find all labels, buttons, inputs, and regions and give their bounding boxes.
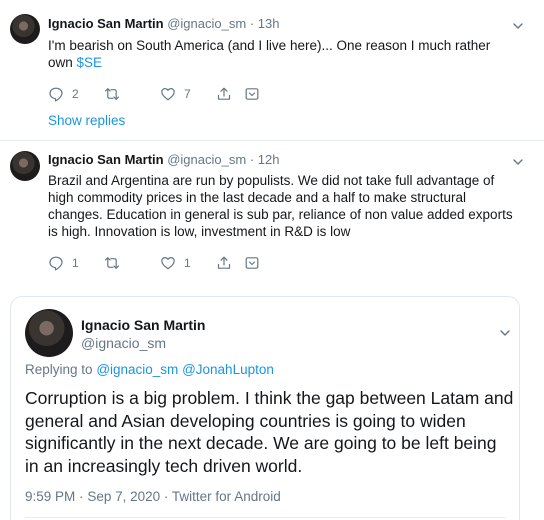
separator: · [79,489,84,504]
analytics-icon [245,88,259,100]
focused-tweet[interactable]: Ignacio San Martin @ignacio_sm Replying … [10,296,520,520]
author-handle[interactable]: @ignacio_sm [167,152,246,167]
replying-label: Replying to [25,362,93,377]
reply-count: 1 [72,256,79,270]
separator: · [163,489,169,504]
tweet-1[interactable]: Ignacio San Martin @ignacio_sm · 13h I'm… [0,0,544,140]
tweet-text: I'm bearish on South America (and I live… [48,37,528,71]
retweet-button[interactable] [104,86,128,102]
tweet-time[interactable]: 13h [258,16,280,31]
tweet-text-line: I'm bearish on South America (and I live… [48,38,491,53]
author-name[interactable]: Ignacio San Martin [81,317,205,333]
chevron-down-icon[interactable] [512,156,524,168]
tweet-actions: 1 1 [48,255,268,273]
reply-icon [49,87,63,102]
share-icon [217,87,231,100]
tweet-text-line: significantly in the next decade. We are… [25,433,497,453]
tweet-text-line: changes. Education in general is sub par… [48,207,513,222]
share-button[interactable] [216,86,232,102]
tweet-time[interactable]: 12h [258,152,280,167]
author-handle[interactable]: @ignacio_sm [81,335,166,351]
tweet-date[interactable]: Sep 7, 2020 [87,489,160,504]
tweet-time[interactable]: 9:59 PM [25,489,75,504]
reply-icon [49,256,63,271]
avatar[interactable] [25,309,73,357]
author-name[interactable]: Ignacio San Martin [48,152,164,167]
divider [25,517,505,518]
tweet-source[interactable]: Twitter for Android [172,489,281,504]
author-handle[interactable]: @ignacio_sm [167,16,246,31]
heart-icon [161,257,175,270]
like-count: 1 [184,256,191,270]
mention-link[interactable]: @JonahLupton [182,362,274,377]
tweet-text-line: general and Asian developing countries i… [25,410,466,431]
tweet-text: Brazil and Argentina are run by populist… [48,172,538,240]
tweet-text-fragment: own [48,55,77,70]
tweet-header: Ignacio San Martin @ignacio_sm · 13h [48,16,279,31]
reply-button[interactable]: 1 [48,255,79,271]
tweet-text-line: Corruption is a big problem. I think the… [25,388,514,408]
mention-link[interactable]: @ignacio_sm [96,362,178,377]
retweet-icon [104,88,120,100]
cashtag-link[interactable]: $SE [77,55,103,70]
chevron-down-icon[interactable] [512,20,524,32]
reply-count: 2 [72,87,79,101]
reply-button[interactable]: 2 [48,86,79,102]
tweet-text-line: high commodity prices in the last decade… [48,190,466,205]
heart-icon [161,88,175,101]
separator: · [249,152,255,167]
avatar[interactable] [10,151,40,181]
tweet-header: Ignacio San Martin @ignacio_sm · 12h [48,152,279,167]
analytics-button[interactable] [244,255,260,271]
tweet-text-line: is high. Innovation is low, investment i… [48,224,351,239]
analytics-button[interactable] [244,86,260,102]
author-name[interactable]: Ignacio San Martin [48,16,164,31]
tweet-meta: 9:59 PM · Sep 7, 2020 · Twitter for Andr… [25,489,281,504]
chevron-down-icon[interactable] [499,327,511,339]
like-count: 7 [184,87,191,101]
like-button[interactable]: 1 [160,255,191,271]
analytics-icon [245,257,259,269]
show-replies-link[interactable]: Show replies [48,113,125,128]
share-icon [217,256,231,269]
tweet-text-line: Brazil and Argentina are run by populist… [48,173,495,188]
tweet-text-line: own $SE [48,54,528,71]
retweet-icon [104,257,120,269]
tweet-2[interactable]: Ignacio San Martin @ignacio_sm · 12h Bra… [0,141,544,281]
tweet-text: Corruption is a big problem. I think the… [25,387,515,477]
share-button[interactable] [216,255,232,271]
retweet-button[interactable] [104,255,128,271]
avatar[interactable] [10,14,40,44]
separator: · [249,16,255,31]
tweet-actions: 2 7 [48,86,268,104]
tweet-text-line: in an increasingly tech driven world. [25,455,303,476]
like-button[interactable]: 7 [160,86,191,102]
replying-to: Replying to @ignacio_sm @JonahLupton [25,362,274,377]
